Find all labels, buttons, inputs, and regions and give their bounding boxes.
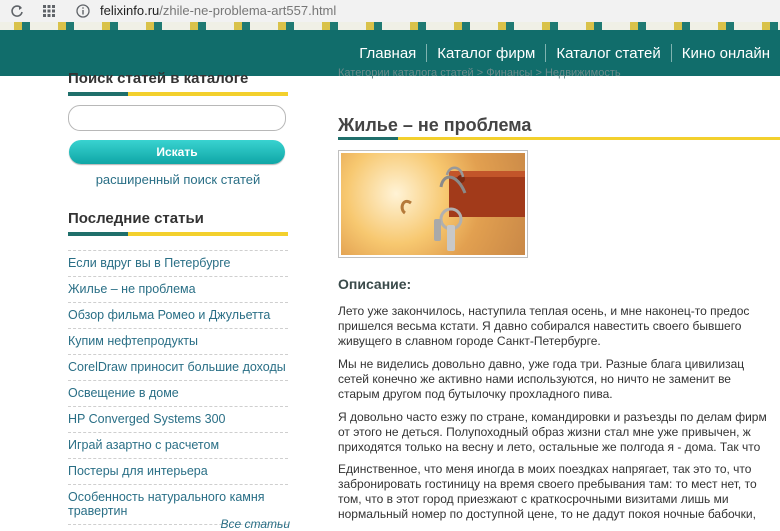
- search-input[interactable]: [68, 105, 286, 131]
- recent-title-underline: [68, 232, 288, 236]
- recent-article-link[interactable]: CorelDraw приносит большие доходы: [68, 355, 288, 381]
- paragraph-line: Мы не виделись довольно давно, уже года …: [338, 357, 745, 371]
- paragraph-line: пришелся весьма кстати. Я давно собиралс…: [338, 319, 742, 333]
- paragraph-line: приходятся только на весну и лето, остал…: [338, 440, 761, 454]
- recent-article-link[interactable]: Играй азартно с расчетом: [68, 433, 288, 459]
- recent-articles-block: Последние статьи Если вдруг вы в Петербу…: [68, 210, 288, 525]
- nav-company-catalog[interactable]: Каталог фирм: [427, 45, 545, 62]
- recent-article-link[interactable]: Постеры для интерьера: [68, 459, 288, 485]
- address-bar[interactable]: felixinfo.ru/zhile-ne-problema-art557.ht…: [100, 3, 336, 18]
- sidebar: Поиск статей в каталоге Искать расширенн…: [68, 70, 290, 531]
- recent-article-link[interactable]: Освещение в доме: [68, 381, 288, 407]
- paragraph-line: том, что в этот город приезжают с кратко…: [338, 492, 729, 506]
- recent-articles-list: Если вдруг вы в Петербурге Жилье – не пр…: [68, 250, 288, 525]
- recent-article-link[interactable]: Если вдруг вы в Петербурге: [68, 251, 288, 277]
- page-info-icon[interactable]: [74, 2, 92, 20]
- nav-home[interactable]: Главная: [349, 45, 426, 62]
- description-heading: Описание:: [338, 276, 412, 292]
- breadcrumb[interactable]: Категории каталога статей > Финансы > Не…: [338, 68, 780, 80]
- recent-article-link[interactable]: Купим нефтепродукты: [68, 329, 288, 355]
- article-title: Жилье – не проблема: [338, 115, 532, 135]
- advanced-search-link[interactable]: расширенный поиск статей: [68, 172, 288, 187]
- recent-article-link[interactable]: Жилье – не проблема: [68, 277, 288, 303]
- url-host: felixinfo.ru: [100, 3, 160, 18]
- recent-title: Последние статьи: [68, 210, 204, 227]
- article-paragraph: Лето уже закончилось, наступила теплая о…: [338, 304, 780, 349]
- article-paragraph: Единственное, что меня иногда в моих пое…: [338, 462, 780, 522]
- paragraph-line: сетей конечно же активно нами используют…: [338, 372, 731, 386]
- search-block: Поиск статей в каталоге Искать расширенн…: [68, 70, 288, 187]
- url-path: /zhile-ne-problema-art557.html: [159, 3, 337, 18]
- reload-icon[interactable]: [8, 2, 26, 20]
- paragraph-line: от этого не деться. Полупоходный образ ж…: [338, 425, 751, 439]
- apps-grid-icon[interactable]: [40, 2, 58, 20]
- search-title: Поиск статей в каталоге: [68, 70, 249, 87]
- nav-movies-online[interactable]: Кино онлайн: [672, 45, 780, 62]
- paragraph-line: нормальный номер по доступной цене, то н…: [338, 507, 756, 521]
- article-image: [338, 150, 528, 258]
- search-title-underline: [68, 92, 288, 96]
- recent-article-link[interactable]: HP Converged Systems 300: [68, 407, 288, 433]
- keys-photo: [341, 153, 525, 255]
- all-articles-link[interactable]: Все статьи: [68, 517, 290, 531]
- article-paragraph: Я довольно часто езжу по стране, команди…: [338, 410, 780, 455]
- paragraph-line: живущего в славном городе Санкт-Петербур…: [338, 334, 601, 348]
- paragraph-line: Лето уже закончилось, наступила теплая о…: [338, 304, 750, 318]
- paragraph-line: старым другом под бутылочку прохладного …: [338, 387, 613, 401]
- header-decor-stripe: [0, 22, 780, 30]
- nav-article-catalog[interactable]: Каталог статей: [546, 45, 670, 62]
- browser-toolbar: felixinfo.ru/zhile-ne-problema-art557.ht…: [0, 0, 780, 23]
- recent-article-link[interactable]: Обзор фильма Ромео и Джульетта: [68, 303, 288, 329]
- search-button[interactable]: Искать: [69, 140, 285, 164]
- article-paragraph: Мы не виделись довольно давно, уже года …: [338, 357, 780, 402]
- paragraph-line: забронировать гостиницу на время своего …: [338, 477, 757, 491]
- paragraph-line: Я довольно часто езжу по стране, команди…: [338, 410, 767, 424]
- paragraph-line: Единственное, что меня иногда в моих пое…: [338, 462, 752, 476]
- article-title-underline: [338, 137, 780, 140]
